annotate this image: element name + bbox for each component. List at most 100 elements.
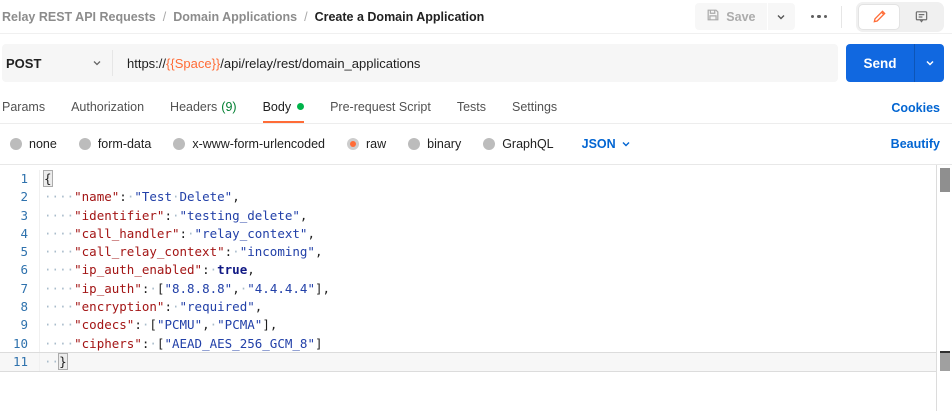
whitespace-dot: · <box>59 208 67 223</box>
token-punc: , <box>232 189 240 204</box>
tab-tests[interactable]: Tests <box>457 92 486 123</box>
code-text: ····"call_handler":·"relay_context", <box>40 225 315 243</box>
code-line[interactable]: 3····"identifier":·"testing_delete", <box>0 207 936 225</box>
whitespace: · <box>187 226 195 241</box>
beautify-link[interactable]: Beautify <box>891 137 940 151</box>
code-text: { <box>40 170 52 188</box>
code-text: ····"ciphers":·["AEAD_AES_256_GCM_8"] <box>40 335 323 353</box>
token-punc: , <box>202 317 210 332</box>
scrollbar-cursor-marker <box>940 351 950 371</box>
code-line[interactable]: 7····"ip_auth":·["8.8.8.8",·"4.4.4.4"], <box>0 280 936 298</box>
body-mode-graphql[interactable]: GraphQL <box>483 137 553 151</box>
code-line[interactable]: 1{ <box>0 170 936 188</box>
radio-unselected <box>483 138 495 150</box>
body-mode-none[interactable]: none <box>10 137 57 151</box>
more-options-button[interactable] <box>811 15 828 19</box>
line-number: 3 <box>0 207 40 225</box>
whitespace: · <box>172 299 180 314</box>
request-bar: POST https://{{Space}}/api/relay/rest/do… <box>0 34 952 92</box>
code-line[interactable]: 8····"encryption":·"required", <box>0 298 936 316</box>
code-line[interactable]: 4····"call_handler":·"relay_context", <box>0 225 936 243</box>
whitespace-dot: · <box>149 336 157 351</box>
body-editor[interactable]: 1{2····"name":·"Test·Delete",3····"ident… <box>0 164 952 411</box>
token-punc: [ <box>149 317 157 332</box>
tab-body[interactable]: Body <box>263 92 305 123</box>
tab-label: Authorization <box>71 100 144 114</box>
whitespace-dot: · <box>44 226 52 241</box>
tab-authorization[interactable]: Authorization <box>71 92 144 123</box>
cookies-link[interactable]: Cookies <box>891 101 940 115</box>
url-variable: {{Space}} <box>166 56 220 71</box>
body-mode-label: binary <box>427 137 461 151</box>
code-line[interactable]: 11··} <box>0 352 936 372</box>
whitespace-dot: · <box>67 226 75 241</box>
send-options-chevron[interactable] <box>914 44 944 82</box>
save-options-chevron[interactable] <box>768 3 795 30</box>
whitespace-dot: · <box>67 281 75 296</box>
code-line[interactable]: 2····"name":·"Test·Delete", <box>0 188 936 206</box>
tab-settings[interactable]: Settings <box>512 92 557 123</box>
send-button[interactable]: Send <box>846 44 914 82</box>
scrollbar-thumb[interactable] <box>940 168 950 192</box>
code-line[interactable]: 9····"codecs":·["PCMU",·"PCMA"], <box>0 316 936 334</box>
whitespace-dot: · <box>44 354 52 369</box>
method-select[interactable]: POST <box>2 44 112 82</box>
tab-headers[interactable]: Headers(9) <box>170 92 237 123</box>
whitespace-dot: · <box>210 262 218 277</box>
chevron-down-icon <box>925 58 935 68</box>
line-number: 2 <box>0 188 40 206</box>
code-text: ····"ip_auth_enabled":·true, <box>40 261 255 279</box>
whitespace-dot: · <box>44 244 52 259</box>
code-line[interactable]: 6····"ip_auth_enabled":·true, <box>0 261 936 279</box>
editor-scrollbar[interactable] <box>936 165 952 411</box>
token-brkt: { <box>44 171 52 186</box>
token-str: "8.8.8.8" <box>164 281 232 296</box>
edit-mode-button[interactable] <box>858 4 900 30</box>
whitespace-dot: · <box>67 262 75 277</box>
edit-comment-toggle <box>856 2 944 32</box>
header-actions: Save <box>695 2 944 32</box>
radio-unselected <box>408 138 420 150</box>
tab-params[interactable]: Params <box>2 92 45 123</box>
save-button[interactable]: Save <box>695 3 766 30</box>
body-mode-raw[interactable]: raw <box>347 137 386 151</box>
breadcrumb-item[interactable]: Domain Applications <box>173 10 297 24</box>
whitespace-dot: · <box>52 281 60 296</box>
token-punc: ], <box>262 317 277 332</box>
code-line[interactable]: 10····"ciphers":·["AEAD_AES_256_GCM_8"] <box>0 335 936 353</box>
url-input[interactable]: https://{{Space}}/api/relay/rest/domain_… <box>113 44 838 82</box>
token-punc: : <box>179 226 187 241</box>
url-scheme: https:// <box>127 56 166 71</box>
whitespace-dot: · <box>232 244 240 259</box>
whitespace-dot: · <box>172 189 180 204</box>
code-line[interactable]: 5····"call_relay_context":·"incoming", <box>0 243 936 261</box>
whitespace: · <box>210 262 218 277</box>
tab-label: Params <box>2 100 45 114</box>
whitespace-dot: · <box>67 317 75 332</box>
language-select[interactable]: JSON <box>582 137 631 151</box>
breadcrumb-item[interactable]: Create a Domain Application <box>315 10 485 24</box>
tab-label: Settings <box>512 100 557 114</box>
code-text: ····"call_relay_context":·"incoming", <box>40 243 323 261</box>
tab-pre-request-script[interactable]: Pre-request Script <box>330 92 431 123</box>
whitespace: · <box>149 281 157 296</box>
request-tabs: Params Authorization Headers(9) Body Pre-req… <box>0 92 952 124</box>
whitespace-dot: · <box>52 262 60 277</box>
body-mode-x-www-form-urlencoded[interactable]: x-www-form-urlencoded <box>173 137 325 151</box>
body-mode-binary[interactable]: binary <box>408 137 461 151</box>
whitespace-dot: · <box>52 354 60 369</box>
radio-unselected <box>10 138 22 150</box>
whitespace-dot: · <box>44 299 52 314</box>
token-punc: : <box>134 317 142 332</box>
whitespace-dot: · <box>59 336 67 351</box>
whitespace-dot: · <box>52 189 60 204</box>
token-str: "4.4.4.4" <box>247 281 315 296</box>
comments-button[interactable] <box>900 4 942 30</box>
token-str: "AEAD_AES_256_GCM_8" <box>164 336 315 351</box>
chevron-down-icon <box>621 139 631 149</box>
breadcrumb-item[interactable]: Relay REST API Requests <box>2 10 156 24</box>
token-key: "call_handler" <box>74 226 179 241</box>
method-label: POST <box>6 56 41 71</box>
body-mode-form-data[interactable]: form-data <box>79 137 152 151</box>
token-punc: , <box>307 226 315 241</box>
